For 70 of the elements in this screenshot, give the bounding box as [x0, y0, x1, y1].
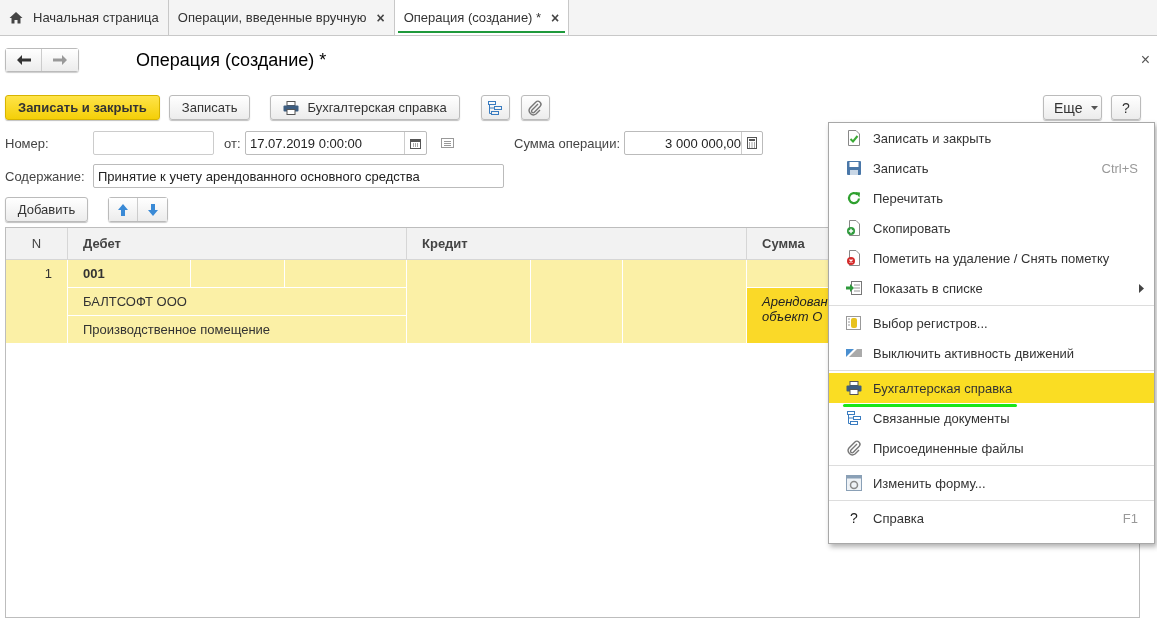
- add-button[interactable]: Добавить: [5, 197, 88, 222]
- tab[interactable]: Начальная страница: [0, 0, 169, 35]
- refresh-icon: [846, 190, 862, 206]
- menu-item[interactable]: Перечитать: [829, 183, 1154, 213]
- document-check-icon: [846, 130, 862, 146]
- field-label: Сумма операции:: [514, 135, 621, 151]
- arrow-up-icon: [118, 203, 128, 216]
- attachments-button[interactable]: [520, 95, 550, 120]
- close-button[interactable]: ×: [1140, 51, 1150, 69]
- help-button[interactable]: ?: [1111, 95, 1141, 120]
- calendar-icon: [410, 137, 421, 149]
- close-tab-button[interactable]: ×: [376, 9, 385, 26]
- related-documents-button[interactable]: [480, 95, 510, 120]
- amount-field[interactable]: 3 000 000,00: [624, 131, 763, 155]
- more-button[interactable]: Еще: [1043, 95, 1102, 120]
- back-button[interactable]: [6, 49, 42, 71]
- field-label: Номер:: [5, 135, 50, 151]
- toggle-icon: [846, 348, 862, 358]
- table-cell: БАЛТСОФТ ООО: [68, 288, 407, 316]
- table-cell: 1: [6, 260, 68, 344]
- menu-item[interactable]: Записать Ctrl+S: [829, 153, 1154, 183]
- list-lines-icon: [441, 138, 454, 148]
- menu-item[interactable]: Пометить на удаление / Снять пометку: [829, 243, 1154, 273]
- register-icon: [846, 315, 862, 331]
- column-header[interactable]: Дебет: [68, 228, 407, 260]
- menu-item[interactable]: Скопировать: [829, 213, 1154, 243]
- field-label: от:: [224, 135, 242, 151]
- help-glyph: ?: [850, 510, 858, 526]
- save-close-button[interactable]: Записать и закрыть: [5, 95, 160, 120]
- close-tab-button[interactable]: ×: [551, 9, 560, 26]
- shortcut-label: Ctrl+S: [1101, 160, 1139, 176]
- menu-item[interactable]: Связанные документы: [829, 403, 1154, 433]
- tab[interactable]: Операции, введенные вручную ×: [168, 0, 395, 35]
- tab[interactable]: Операция (создание) * ×: [394, 0, 570, 35]
- submenu-arrow-icon: [1139, 283, 1144, 293]
- paperclip-icon: [527, 99, 544, 116]
- paperclip-icon: [846, 440, 862, 456]
- calculator-icon: [747, 137, 757, 149]
- move-down-button[interactable]: [138, 198, 167, 221]
- document-cross-icon: [846, 250, 862, 266]
- date-field[interactable]: 17.07.2019 0:00:00: [245, 131, 427, 155]
- list-arrow-icon: [846, 280, 862, 296]
- hierarchy-icon: [487, 99, 504, 116]
- printer-icon: [846, 381, 862, 395]
- shortcut-label: F1: [1122, 510, 1139, 526]
- home-icon: [9, 11, 23, 24]
- hierarchy-icon: [846, 410, 862, 426]
- save-button[interactable]: Записать: [168, 95, 251, 120]
- arrow-right-icon: [53, 55, 67, 65]
- printer-icon: [283, 100, 300, 115]
- arrow-down-icon: [147, 203, 158, 216]
- menu-item[interactable]: ? Справка F1: [829, 503, 1154, 533]
- table-cell: Производственное помещение: [68, 316, 407, 344]
- arrow-left-icon: [16, 55, 31, 65]
- form-title: Операция (создание) *: [136, 49, 327, 71]
- column-header[interactable]: N: [6, 228, 68, 260]
- print-button[interactable]: Бухгалтерская справка: [270, 95, 460, 120]
- number-field[interactable]: [93, 131, 214, 155]
- table-cell: 001: [68, 260, 191, 288]
- column-header[interactable]: Кредит: [407, 228, 747, 260]
- move-up-button[interactable]: [109, 198, 138, 221]
- document-plus-icon: [846, 220, 862, 236]
- floppy-icon: [846, 160, 862, 176]
- caret-icon: [1090, 105, 1098, 110]
- description-field[interactable]: Принятие к учету арендованного основного средства: [93, 164, 504, 188]
- menu-item[interactable]: Записать и закрыть: [829, 123, 1154, 153]
- menu-item[interactable]: Присоединенные файлы: [829, 433, 1154, 463]
- form-settings-icon: [846, 475, 862, 491]
- menu-item[interactable]: Изменить форму...: [829, 468, 1154, 498]
- field-label: Содержание:: [5, 168, 86, 184]
